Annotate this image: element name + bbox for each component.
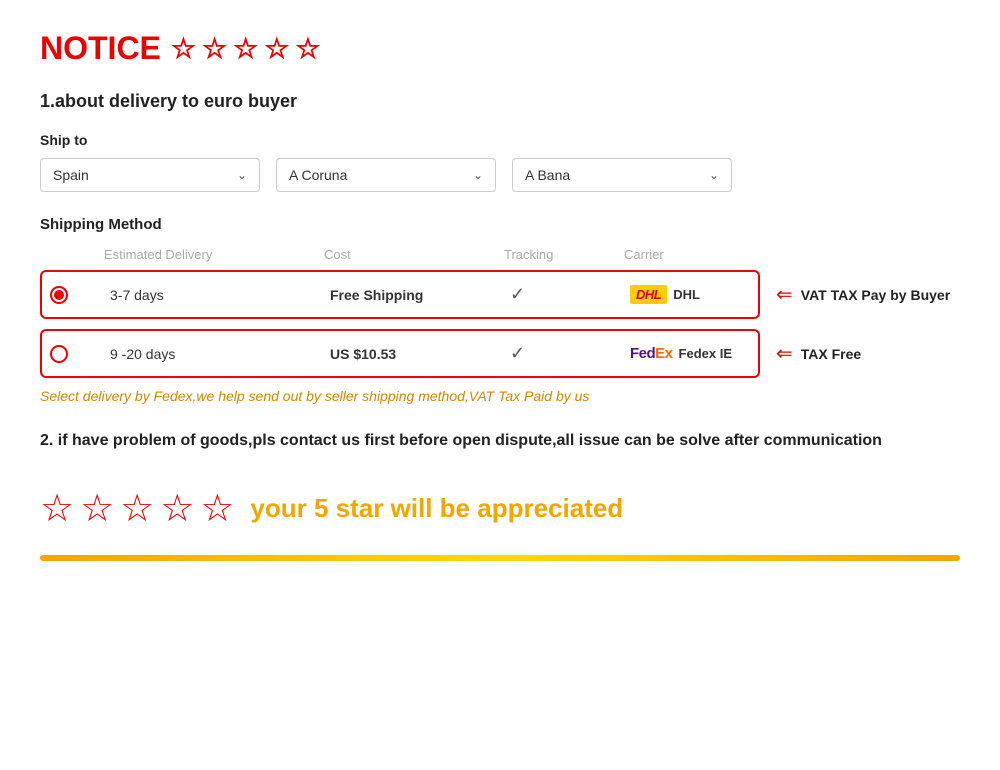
region-chevron-icon: ⌄ <box>473 168 483 182</box>
city-chevron-icon: ⌄ <box>709 168 719 182</box>
notice-star-5: ☆ <box>295 32 320 65</box>
col-radio-header <box>44 247 104 262</box>
bottom-decorative-line <box>40 555 960 561</box>
dhl-vat-annotation: ⇐ VAT TAX Pay by Buyer <box>776 282 950 307</box>
dhl-radio-button[interactable] <box>50 286 68 304</box>
dropdowns-row: Spain ⌄ A Coruna ⌄ A Bana ⌄ <box>40 158 960 192</box>
city-dropdown[interactable]: A Bana ⌄ <box>512 158 732 192</box>
bottom-star-4: ☆ <box>160 486 194 531</box>
notice-stars: ☆ ☆ ☆ ☆ ☆ <box>171 32 321 65</box>
dhl-option[interactable]: 3-7 days Free Shipping ✓ DHL DHL <box>40 270 760 319</box>
fedex-radio-cell <box>50 345 110 363</box>
col-cost: Cost <box>324 247 504 262</box>
ship-to-label: Ship to <box>40 132 960 148</box>
notice-title-row: NOTICE ☆ ☆ ☆ ☆ ☆ <box>40 30 960 67</box>
col-tracking: Tracking <box>504 247 624 262</box>
bottom-star-3: ☆ <box>120 486 154 531</box>
fedex-note: Select delivery by Fedex,we help send ou… <box>40 388 960 404</box>
section2-text: 2. if have problem of goods,pls contact … <box>40 428 960 454</box>
col-carrier: Carrier <box>624 247 824 262</box>
dhl-vat-label: VAT TAX Pay by Buyer <box>801 287 950 303</box>
fedex-logo: FedEx <box>630 345 673 362</box>
fedex-cost: US $10.53 <box>330 346 510 362</box>
notice-title-text: NOTICE <box>40 30 161 67</box>
dhl-arrow-icon: ⇐ <box>776 282 793 307</box>
dhl-delivery-days: 3-7 days <box>110 287 330 303</box>
fedex-option[interactable]: 9 -20 days US $10.53 ✓ FedEx Fedex IE <box>40 329 760 378</box>
fedex-ex-text: Ex <box>655 345 672 362</box>
notice-star-2: ☆ <box>202 32 227 65</box>
notice-star-4: ☆ <box>264 32 289 65</box>
col-estimated-delivery: Estimated Delivery <box>104 247 324 262</box>
bottom-star-1: ☆ <box>40 486 74 531</box>
dhl-shipping-row: 3-7 days Free Shipping ✓ DHL DHL ⇐ VAT T… <box>40 270 960 319</box>
dhl-radio-cell <box>50 286 110 304</box>
fedex-tax-annotation: ⇐ TAX Free <box>776 341 861 366</box>
bottom-star-2: ☆ <box>80 486 114 531</box>
bottom-star-5: ☆ <box>200 486 234 531</box>
fedex-shipping-row: 9 -20 days US $10.53 ✓ FedEx Fedex IE ⇐ … <box>40 329 960 378</box>
bottom-stars-group: ☆ ☆ ☆ ☆ ☆ <box>40 486 234 531</box>
fedex-radio-button[interactable] <box>50 345 68 363</box>
region-value: A Coruna <box>289 167 347 183</box>
country-chevron-icon: ⌄ <box>237 168 247 182</box>
shipping-method-label: Shipping Method <box>40 216 960 233</box>
bottom-stars-row: ☆ ☆ ☆ ☆ ☆ your 5 star will be appreciate… <box>40 486 960 531</box>
section1-heading: 1.about delivery to euro buyer <box>40 91 960 112</box>
table-header: Estimated Delivery Cost Tracking Carrier <box>40 247 960 262</box>
city-value: A Bana <box>525 167 570 183</box>
fedex-arrow-icon: ⇐ <box>776 341 793 366</box>
fedex-carrier-label: Fedex IE <box>679 346 732 361</box>
dhl-cost: Free Shipping <box>330 287 510 303</box>
fedex-delivery-days: 9 -20 days <box>110 346 330 362</box>
notice-star-3: ☆ <box>233 32 258 65</box>
dhl-logo: DHL <box>630 285 667 304</box>
region-dropdown[interactable]: A Coruna ⌄ <box>276 158 496 192</box>
dhl-tracking-check-icon: ✓ <box>510 284 630 305</box>
fedex-tax-label: TAX Free <box>801 346 861 362</box>
star-appreciation-text: your 5 star will be appreciated <box>250 493 623 524</box>
dhl-carrier-label: DHL <box>673 287 700 302</box>
fedex-tracking-check-icon: ✓ <box>510 343 630 364</box>
country-dropdown[interactable]: Spain ⌄ <box>40 158 260 192</box>
country-value: Spain <box>53 167 89 183</box>
notice-star-1: ☆ <box>171 32 196 65</box>
fedex-fed-text: Fed <box>630 345 655 362</box>
